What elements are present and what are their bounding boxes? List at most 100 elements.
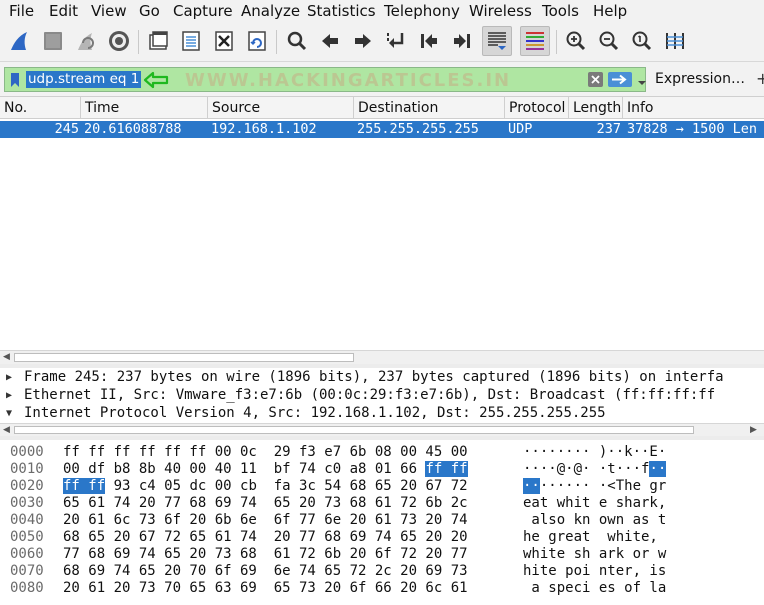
byte-offset: 0010 <box>10 461 44 477</box>
column-header-protocol[interactable]: Protocol <box>505 97 569 119</box>
byte-offset: 0030 <box>10 495 44 511</box>
byte-offset: 0020 <box>10 478 44 494</box>
byte-row[interactable]: 0080 20 61 20 73 70 65 63 69 65 73 20 6f… <box>0 580 764 597</box>
column-header-no[interactable]: No. <box>0 97 81 119</box>
filter-history-chevron-down-icon[interactable] <box>637 74 647 85</box>
column-header-destination[interactable]: Destination <box>354 97 505 119</box>
hex-segment: 93 c4 05 dc 00 cb fa 3c 54 68 65 20 67 7… <box>105 478 468 494</box>
detail-row-frame[interactable]: ▶ Frame 245: 237 bytes on wire (1896 bit… <box>0 369 764 386</box>
first-packet-icon[interactable] <box>416 28 442 54</box>
ascii-bytes: he great white, <box>523 529 667 545</box>
ascii-bytes: ········ ·<The gr <box>523 478 666 495</box>
bookmark-icon[interactable] <box>6 69 24 90</box>
menu-wireless[interactable]: Wireless <box>469 2 532 20</box>
menubar: File Edit View Go Capture Analyze Statis… <box>0 0 764 22</box>
find-packet-icon[interactable] <box>284 28 310 54</box>
menu-edit[interactable]: Edit <box>49 2 78 20</box>
packet-details-pane: ▶ Frame 245: 237 bytes on wire (1896 bit… <box>0 368 764 436</box>
go-forward-icon[interactable] <box>350 28 376 54</box>
packet-bytes-pane: 0000 ff ff ff ff ff ff 00 0c 29 f3 e7 6b… <box>0 440 764 605</box>
byte-row[interactable]: 0050 68 65 20 67 72 65 61 74 20 77 68 69… <box>0 529 764 546</box>
cell-length: 237 <box>596 121 621 137</box>
menu-view[interactable]: View <box>91 2 127 20</box>
menu-telephony[interactable]: Telephony <box>384 2 460 20</box>
detail-row-ipv4[interactable]: ▼ Internet Protocol Version 4, Src: 192.… <box>0 405 764 422</box>
display-filter-input[interactable]: udp.stream eq 1 WWW.HACKINGARTICLES.IN <box>4 67 646 92</box>
details-hscrollbar[interactable]: ◀ ▶ <box>0 423 764 436</box>
resize-columns-icon[interactable] <box>662 28 688 54</box>
menu-capture[interactable]: Capture <box>173 2 233 20</box>
detail-row-ethernet[interactable]: ▶ Ethernet II, Src: Vmware_f3:e7:6b (00:… <box>0 387 764 404</box>
collapse-arrow-icon[interactable]: ▼ <box>6 405 12 422</box>
menu-file[interactable]: File <box>9 2 34 20</box>
detail-text: Internet Protocol Version 4, Src: 192.16… <box>24 405 606 421</box>
last-packet-icon[interactable] <box>449 28 475 54</box>
detail-text: Ethernet II, Src: Vmware_f3:e7:6b (00:0c… <box>24 387 716 403</box>
column-header-length[interactable]: Length <box>569 97 623 119</box>
byte-row[interactable]: 0020 ff ff 93 c4 05 dc 00 cb fa 3c 54 68… <box>0 478 764 495</box>
save-file-icon[interactable] <box>178 28 204 54</box>
menu-go[interactable]: Go <box>139 2 160 20</box>
column-header-time[interactable]: Time <box>81 97 208 119</box>
close-file-icon[interactable] <box>211 28 237 54</box>
ascii-bytes: ········ )··k··E· <box>523 444 666 461</box>
column-header-info[interactable]: Info <box>623 97 764 119</box>
reload-file-icon[interactable] <box>244 28 270 54</box>
colorize-icon[interactable] <box>520 26 550 56</box>
expression-button[interactable]: Expression… <box>655 71 745 87</box>
table-row[interactable]: 245 20.616088788 192.168.1.102 255.255.2… <box>0 121 764 138</box>
open-file-icon[interactable] <box>145 28 171 54</box>
hex-highlight: ff ff <box>425 461 468 477</box>
go-back-icon[interactable] <box>317 28 343 54</box>
zoom-in-icon[interactable] <box>563 28 589 54</box>
display-filter-bar: udp.stream eq 1 WWW.HACKINGARTICLES.IN E… <box>0 62 764 96</box>
packet-list-header: No. Time Source Destination Protocol Len… <box>0 97 764 119</box>
ascii-bytes: ····@·@· ·t···f·· <box>523 461 667 478</box>
byte-row[interactable]: 0000 ff ff ff ff ff ff 00 0c 29 f3 e7 6b… <box>0 444 764 461</box>
byte-offset: 0040 <box>10 512 44 528</box>
scroll-left-icon[interactable]: ◀ <box>3 352 10 362</box>
expand-arrow-icon[interactable]: ▶ <box>6 369 12 386</box>
clear-filter-icon[interactable] <box>588 72 603 87</box>
hex-bytes: 68 69 74 65 20 70 6f 69 6e 74 65 72 2c 2… <box>63 563 468 579</box>
capture-options-icon[interactable] <box>106 28 132 54</box>
autoscroll-icon[interactable] <box>482 26 512 56</box>
byte-offset: 0060 <box>10 546 44 562</box>
menu-analyze[interactable]: Analyze <box>241 2 300 20</box>
add-filter-button[interactable]: + <box>756 69 764 88</box>
annotation-arrow-icon <box>143 71 169 93</box>
byte-row[interactable]: 0060 77 68 69 74 65 20 73 68 61 72 6b 20… <box>0 546 764 563</box>
packet-list-hscrollbar[interactable]: ◀ <box>0 350 764 364</box>
menu-tools[interactable]: Tools <box>542 2 579 20</box>
hex-bytes: ff ff 93 c4 05 dc 00 cb fa 3c 54 68 65 2… <box>63 478 468 495</box>
scroll-thumb[interactable] <box>14 426 694 434</box>
byte-row[interactable]: 0040 20 61 6c 73 6f 20 6b 6e 6f 77 6e 20… <box>0 512 764 529</box>
hex-bytes: 00 df b8 8b 40 00 40 11 bf 74 c0 a8 01 6… <box>63 461 468 478</box>
normal-size-icon[interactable] <box>629 28 655 54</box>
expand-arrow-icon[interactable]: ▶ <box>6 387 12 404</box>
cell-info: 37828 → 1500 Len <box>627 121 758 137</box>
zoom-out-icon[interactable] <box>596 28 622 54</box>
ascii-highlight: ·· <box>523 478 540 494</box>
stop-capture-icon[interactable] <box>40 28 66 54</box>
ascii-bytes: a speci es of la <box>523 580 667 596</box>
byte-row[interactable]: 0010 00 df b8 8b 40 00 40 11 bf 74 c0 a8… <box>0 461 764 478</box>
cell-destination: 255.255.255.255 <box>357 121 479 137</box>
menu-help[interactable]: Help <box>593 2 627 20</box>
apply-filter-icon[interactable] <box>608 72 632 87</box>
scroll-left-icon[interactable]: ◀ <box>3 425 10 435</box>
hex-bytes: 65 61 74 20 77 68 69 74 65 20 73 68 61 7… <box>63 495 468 511</box>
go-to-packet-icon[interactable] <box>383 28 409 54</box>
hex-bytes: 20 61 20 73 70 65 63 69 65 73 20 6f 66 2… <box>63 580 468 596</box>
byte-row[interactable]: 0070 68 69 74 65 20 70 6f 69 6e 74 65 72… <box>0 563 764 580</box>
restart-capture-icon[interactable] <box>73 28 99 54</box>
scroll-right-icon[interactable]: ▶ <box>750 425 757 435</box>
byte-row[interactable]: 0030 65 61 74 20 77 68 69 74 65 20 73 68… <box>0 495 764 512</box>
menu-statistics[interactable]: Statistics <box>307 2 376 20</box>
ascii-segment: ····@·@· ·t···f <box>523 461 650 477</box>
column-header-source[interactable]: Source <box>208 97 354 119</box>
scroll-thumb[interactable] <box>14 353 354 362</box>
shark-fin-start-icon[interactable] <box>7 28 33 54</box>
ascii-segment: ········ )··k··E· <box>523 444 667 460</box>
filter-value[interactable]: udp.stream eq 1 <box>26 71 142 88</box>
